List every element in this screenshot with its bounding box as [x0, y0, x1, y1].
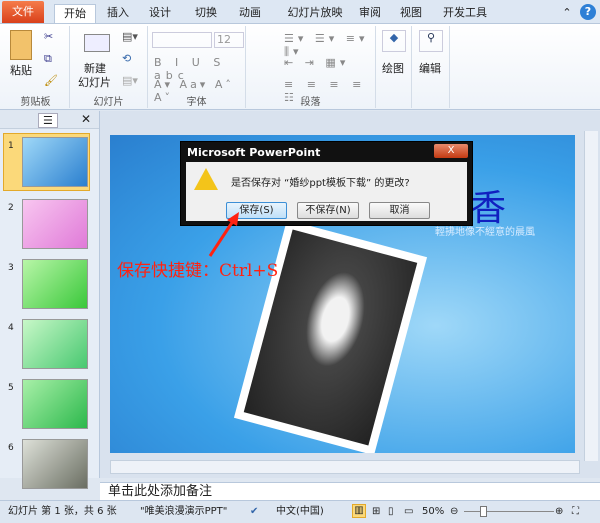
- dont-save-button[interactable]: 不保存(N): [297, 202, 359, 219]
- slide-number: 3: [8, 263, 14, 273]
- slide-number: 1: [8, 141, 14, 151]
- group-font: 12 B I U S abc A▾ Aa▾ A˄ A˅ 字体: [148, 26, 246, 108]
- slideshow-view-icon[interactable]: ▭: [404, 501, 413, 522]
- fit-to-window-icon[interactable]: ⛶: [572, 501, 579, 522]
- zoom-out-icon[interactable]: ⊖: [450, 501, 458, 522]
- zoom-level[interactable]: 50%: [422, 501, 444, 522]
- zoom-slider[interactable]: [464, 511, 554, 512]
- normal-view-icon[interactable]: ▥: [352, 504, 366, 518]
- slide-thumbnail[interactable]: [22, 439, 88, 489]
- font-size-select[interactable]: 12: [214, 32, 244, 48]
- slide-number: 6: [8, 443, 14, 453]
- vertical-scrollbar[interactable]: [584, 131, 598, 461]
- dialog-message: 是否保存对 “婚纱ppt模板下载” 的更改?: [231, 178, 410, 189]
- list-buttons[interactable]: ☰▾ ☰▾ ≡▾ ⫼▾: [284, 32, 375, 59]
- group-editing: ⚲ 编辑: [412, 26, 450, 108]
- zoom-in-icon[interactable]: ⊕: [555, 501, 563, 522]
- group-label: 段落: [300, 97, 321, 108]
- tab-animations[interactable]: 动画: [232, 4, 268, 24]
- tab-insert[interactable]: 插入: [100, 4, 136, 24]
- warning-icon: [194, 168, 218, 190]
- spellcheck-icon[interactable]: ✔: [250, 501, 258, 522]
- editing-button[interactable]: 编辑: [419, 60, 441, 76]
- close-panel-icon[interactable]: ✕: [81, 112, 91, 126]
- horizontal-scrollbar[interactable]: [110, 460, 580, 474]
- slide-photo: [233, 219, 428, 453]
- tab-developer[interactable]: 开发工具: [437, 4, 493, 24]
- group-slides: 新建 幻灯片 ▤▾ ⟲ ▤▾ 幻灯片: [70, 26, 148, 108]
- new-slide-dropdown[interactable]: 幻灯片: [78, 74, 111, 90]
- outline-tab[interactable]: ☰: [38, 113, 58, 128]
- copy-icon[interactable]: ⧉: [44, 52, 52, 66]
- slide-number: 4: [8, 323, 14, 333]
- reading-view-icon[interactable]: ▯: [388, 501, 394, 522]
- indent-buttons[interactable]: ⇤ ⇥ ▦▾: [284, 56, 349, 69]
- tab-view[interactable]: 视图: [393, 4, 429, 24]
- shapes-icon[interactable]: ◆: [382, 30, 406, 52]
- find-icon[interactable]: ⚲: [419, 30, 443, 52]
- slide-info: 幻灯片 第 1 张，共 6 张: [8, 506, 117, 517]
- sorter-view-icon[interactable]: ⊞: [372, 501, 380, 522]
- tab-home[interactable]: 开始: [54, 4, 96, 24]
- slide-number: 2: [8, 203, 14, 213]
- dialog-title: Microsoft PowerPoint: [187, 146, 321, 159]
- cancel-button[interactable]: 取消: [369, 202, 430, 219]
- paste-icon[interactable]: [10, 30, 32, 60]
- slide-thumbnail[interactable]: [22, 259, 88, 309]
- slide-thumbnail[interactable]: [22, 199, 88, 249]
- ribbon-tabs: 文件 开始 插入 设计 切换 动画 幻灯片放映 审阅 视图 开发工具 ⌃ ?: [0, 0, 600, 24]
- format-painter-icon[interactable]: 🖌: [44, 74, 58, 87]
- reset-icon[interactable]: ⟲: [122, 52, 131, 65]
- layout-icon[interactable]: ▤▾: [122, 30, 138, 43]
- section-icon[interactable]: ▤▾: [122, 74, 138, 87]
- slide-thumbnail[interactable]: [22, 319, 88, 369]
- tab-review[interactable]: 审阅: [352, 4, 388, 24]
- paste-button[interactable]: 粘贴: [10, 62, 32, 78]
- font-name-select[interactable]: [152, 32, 212, 48]
- notes-input[interactable]: 单击此处添加备注: [100, 482, 600, 500]
- group-label: 剪贴板: [20, 97, 51, 108]
- status-bar: 幻灯片 第 1 张，共 6 张 "唯美浪漫演示PPT" ✔ 中文(中国) ▥ ⊞…: [0, 500, 600, 523]
- annotation-arrow: [208, 212, 239, 257]
- theme-name: "唯美浪漫演示PPT": [140, 506, 228, 517]
- language[interactable]: 中文(中国): [276, 501, 324, 522]
- help-icon[interactable]: ?: [580, 4, 596, 20]
- cut-icon[interactable]: ✂: [44, 30, 53, 43]
- slides-panel: ☰ ✕ 1 2 3 4 5 6: [0, 111, 100, 489]
- dialog-close-button[interactable]: X: [434, 144, 468, 158]
- group-paragraph: ☰▾ ☰▾ ≡▾ ⫼▾ ⇤ ⇥ ▦▾ ≡ ≡ ≡ ≡ ☷ 段落: [246, 26, 376, 108]
- group-clipboard: 粘贴 ✂ ⧉ 🖌 剪贴板: [2, 26, 70, 108]
- tab-file[interactable]: 文件: [2, 1, 44, 23]
- group-label: 幻灯片: [93, 97, 124, 108]
- ribbon: 粘贴 ✂ ⧉ 🖌 剪贴板 新建 幻灯片 ▤▾ ⟲ ▤▾ 幻灯片 12 B I U…: [0, 23, 600, 110]
- tab-design[interactable]: 设计: [142, 4, 178, 24]
- slide-thumbnail[interactable]: [22, 137, 88, 187]
- slide-thumbnail[interactable]: [22, 379, 88, 429]
- tab-transitions[interactable]: 切换: [188, 4, 224, 24]
- panel-tabs: ☰ ✕: [0, 111, 99, 129]
- minimize-ribbon-icon[interactable]: ⌃: [560, 4, 574, 24]
- drawing-button[interactable]: 绘图: [382, 60, 404, 76]
- group-drawing: ◆ 绘图: [376, 26, 412, 108]
- slide-number: 5: [8, 383, 14, 393]
- new-slide-icon[interactable]: [84, 34, 110, 52]
- zoom-slider-thumb[interactable]: [480, 506, 487, 517]
- shortcut-annotation: 保存快捷键：Ctrl+S: [117, 261, 279, 281]
- group-label: 字体: [186, 97, 207, 108]
- tab-slideshow[interactable]: 幻灯片放映: [280, 4, 350, 24]
